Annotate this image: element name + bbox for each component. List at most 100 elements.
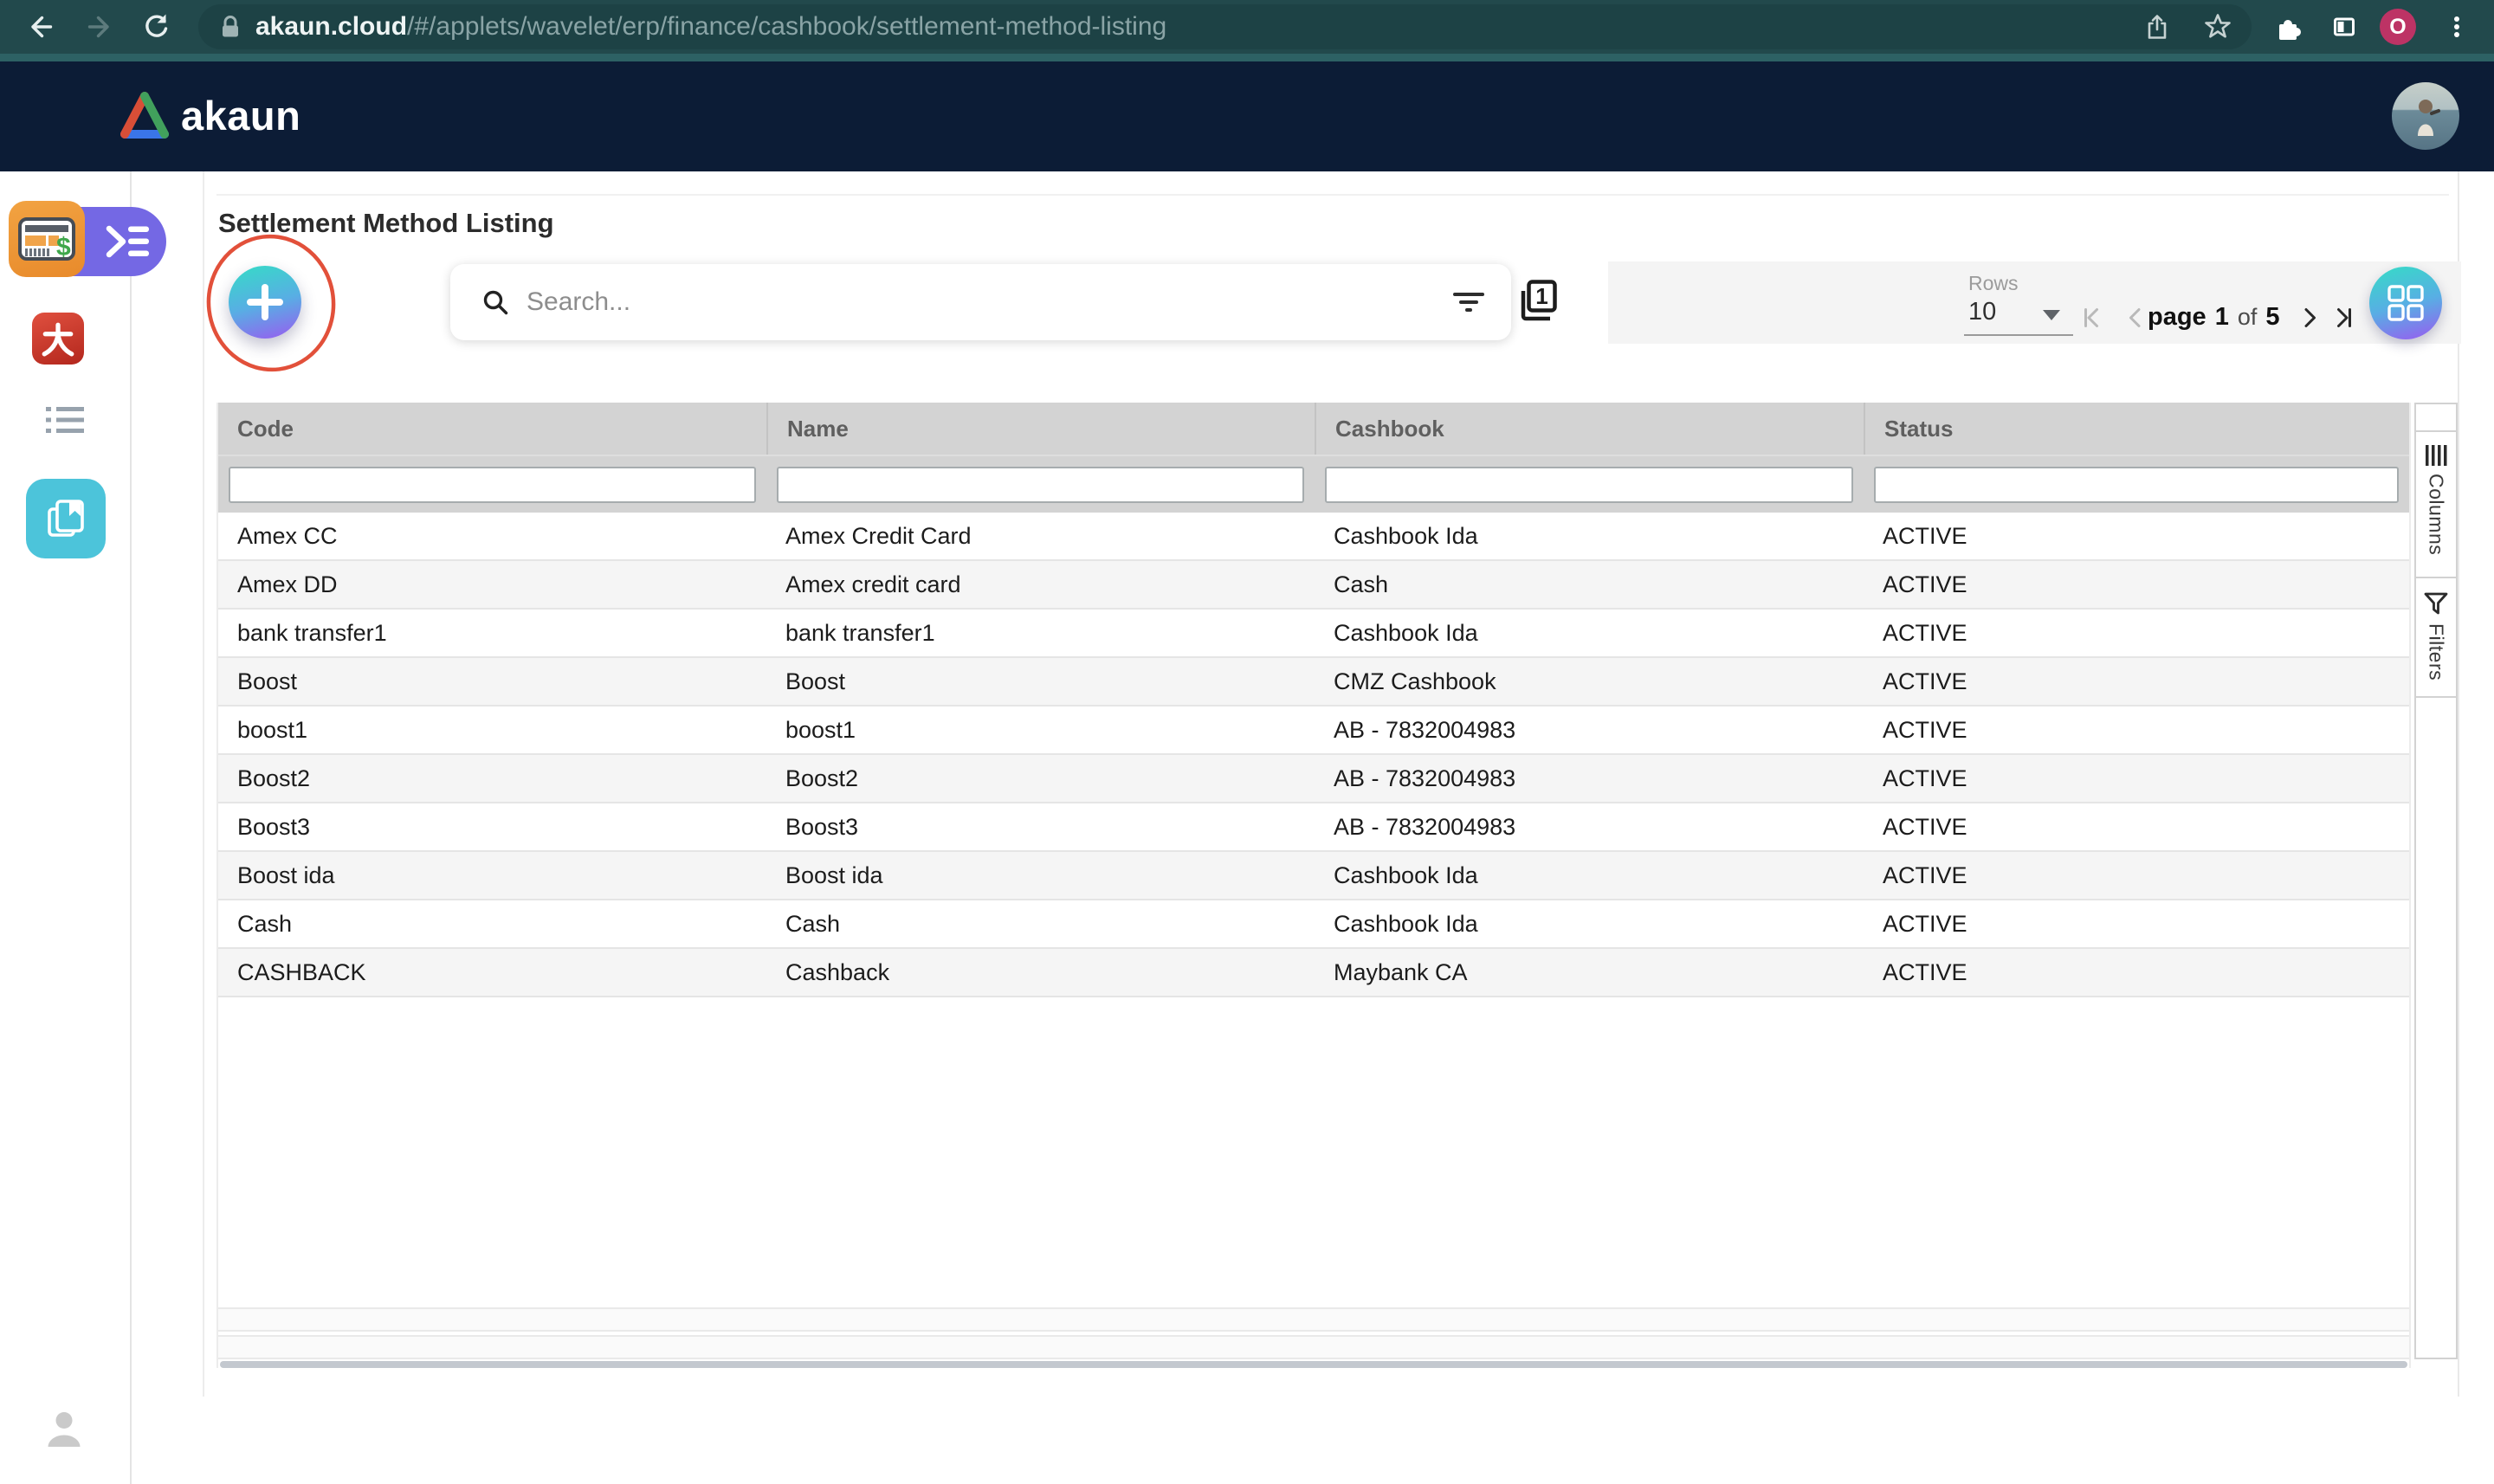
grid-icon	[2387, 284, 2425, 322]
sidebar: $	[0, 171, 132, 1484]
of-word: of	[2238, 304, 2258, 331]
table-cell: ACTIVE	[1864, 658, 2409, 705]
table-row[interactable]: CashCashCashbook IdaACTIVE	[218, 900, 2409, 949]
table-cell: Cash	[766, 900, 1315, 947]
filter-lines-icon[interactable]	[1452, 289, 1485, 315]
table-cell: ACTIVE	[1864, 755, 2409, 802]
tab-filters-label: Filters	[2425, 623, 2448, 681]
search-bar	[450, 264, 1511, 340]
rows-per-page-select[interactable]: 10	[1968, 298, 1996, 326]
table-cell: Boost	[766, 658, 1315, 705]
browser-back-icon[interactable]	[24, 11, 55, 42]
tab-filters[interactable]: Filters	[2414, 578, 2458, 698]
url-host: akaun.cloud	[255, 12, 407, 42]
first-page-button[interactable]	[2078, 305, 2104, 331]
table-cell: ACTIVE	[1864, 949, 2409, 996]
table-row[interactable]: Amex DDAmex credit cardCashACTIVE	[218, 561, 2409, 610]
column-header-status[interactable]: Status	[1864, 403, 2409, 455]
list-icon	[46, 405, 84, 435]
browser-chrome: akaun.cloud/#/applets/wavelet/erp/financ…	[0, 0, 2494, 54]
table-cell: Boost3	[218, 803, 766, 850]
select-caret-icon[interactable]	[2043, 310, 2060, 320]
table-row[interactable]: CASHBACKCashbackMaybank CAACTIVE	[218, 949, 2409, 997]
lock-icon	[219, 14, 242, 40]
column-header-cashbook[interactable]: Cashbook	[1315, 403, 1864, 455]
akaun-logo[interactable]: akaun	[119, 90, 300, 140]
table-cell: AB - 7832004983	[1315, 755, 1864, 802]
main-content: Settlement Method Listing	[203, 171, 2459, 1397]
table-cell: ACTIVE	[1864, 707, 2409, 753]
svg-text:$: $	[56, 233, 71, 261]
table-row[interactable]: BoostBoostCMZ CashbookACTIVE	[218, 658, 2409, 707]
funnel-icon	[2422, 590, 2450, 616]
tab-columns[interactable]: Columns	[2414, 432, 2458, 578]
column-filter-input-cashbook[interactable]	[1325, 467, 1853, 503]
next-page-button[interactable]	[2297, 305, 2323, 331]
url-bar[interactable]: akaun.cloud/#/applets/wavelet/erp/financ…	[198, 4, 2252, 49]
single-page-copies-icon[interactable]: 1	[1515, 277, 1560, 322]
add-settlement-method-button[interactable]	[229, 266, 301, 339]
filter-cell	[1315, 456, 1864, 513]
columns-icon	[2424, 444, 2448, 467]
column-header-name[interactable]: Name	[766, 403, 1315, 455]
side-panel-icon[interactable]	[2329, 12, 2361, 43]
browser-forward-icon[interactable]	[85, 11, 116, 42]
table-cell: Cashbook Ida	[1315, 610, 1864, 656]
table-cell: bank transfer1	[766, 610, 1315, 656]
table-cell: AB - 7832004983	[1315, 707, 1864, 753]
current-page: 1	[2215, 303, 2229, 332]
column-filter-input-status[interactable]	[1874, 467, 2399, 503]
table-cell: ACTIVE	[1864, 610, 2409, 656]
table-row[interactable]: Boost3Boost3AB - 7832004983ACTIVE	[218, 803, 2409, 852]
table-body: Amex CCAmex Credit CardCashbook IdaACTIV…	[218, 513, 2409, 997]
sidebar-user-icon[interactable]	[44, 1408, 84, 1448]
column-filter-input-code[interactable]	[229, 467, 756, 503]
filter-cell	[218, 456, 766, 513]
table-cell: ACTIVE	[1864, 803, 2409, 850]
table-cell: ACTIVE	[1864, 561, 2409, 608]
table-cell: Boost3	[766, 803, 1315, 850]
sidebar-item-ledger-applet[interactable]	[26, 479, 106, 558]
table-row[interactable]: Amex CCAmex Credit CardCashbook IdaACTIV…	[218, 513, 2409, 561]
cash-register-icon: $	[18, 215, 75, 263]
total-pages: 5	[2265, 303, 2279, 332]
horizontal-scrollbar[interactable]	[220, 1361, 2407, 1368]
column-filter-input-name[interactable]	[777, 467, 1304, 503]
content-top-divider	[216, 194, 2449, 196]
table-row[interactable]: Boost idaBoost idaCashbook IdaACTIVE	[218, 852, 2409, 900]
table-cell: CMZ Cashbook	[1315, 658, 1864, 705]
browser-profile-avatar[interactable]: O	[2380, 9, 2416, 45]
filter-cell	[766, 456, 1315, 513]
bookmark-star-icon[interactable]	[2203, 12, 2232, 42]
table-cell: Amex credit card	[766, 561, 1315, 608]
copies-count: 1	[1535, 283, 1547, 309]
book-bookmark-icon	[43, 496, 88, 541]
table-row[interactable]: bank transfer1bank transfer1Cashbook Ida…	[218, 610, 2409, 658]
select-underline	[1964, 334, 2073, 336]
sidebar-item-list[interactable]	[46, 405, 84, 435]
table-cell: ACTIVE	[1864, 900, 2409, 947]
table-cell: Boost ida	[766, 852, 1315, 899]
table-cell: Cashbook Ida	[1315, 513, 1864, 559]
table-cell: Cash	[1315, 561, 1864, 608]
table-cell: AB - 7832004983	[1315, 803, 1864, 850]
column-header-code[interactable]: Code	[218, 403, 766, 455]
last-page-button[interactable]	[2331, 305, 2357, 331]
previous-page-button[interactable]	[2122, 305, 2148, 331]
user-avatar[interactable]	[2392, 82, 2459, 150]
page-word: page	[2148, 303, 2206, 332]
table-row[interactable]: Boost2Boost2AB - 7832004983ACTIVE	[218, 755, 2409, 803]
browser-menu-icon[interactable]	[2442, 12, 2473, 43]
profile-initial: O	[2389, 15, 2406, 40]
sidebar-item-pos-applet[interactable]: $	[9, 201, 85, 277]
search-input[interactable]	[525, 287, 1452, 318]
sidebar-item-dai-applet[interactable]	[32, 313, 84, 365]
table-footer-band	[218, 1335, 2409, 1359]
browser-reload-icon[interactable]	[140, 11, 171, 42]
logo-text: akaun	[181, 92, 300, 139]
table-row[interactable]: boost1boost1AB - 7832004983ACTIVE	[218, 707, 2409, 755]
share-icon[interactable]	[2142, 12, 2172, 42]
grid-view-button[interactable]	[2369, 267, 2442, 339]
table-cell: bank transfer1	[218, 610, 766, 656]
extensions-puzzle-icon[interactable]	[2272, 12, 2303, 43]
